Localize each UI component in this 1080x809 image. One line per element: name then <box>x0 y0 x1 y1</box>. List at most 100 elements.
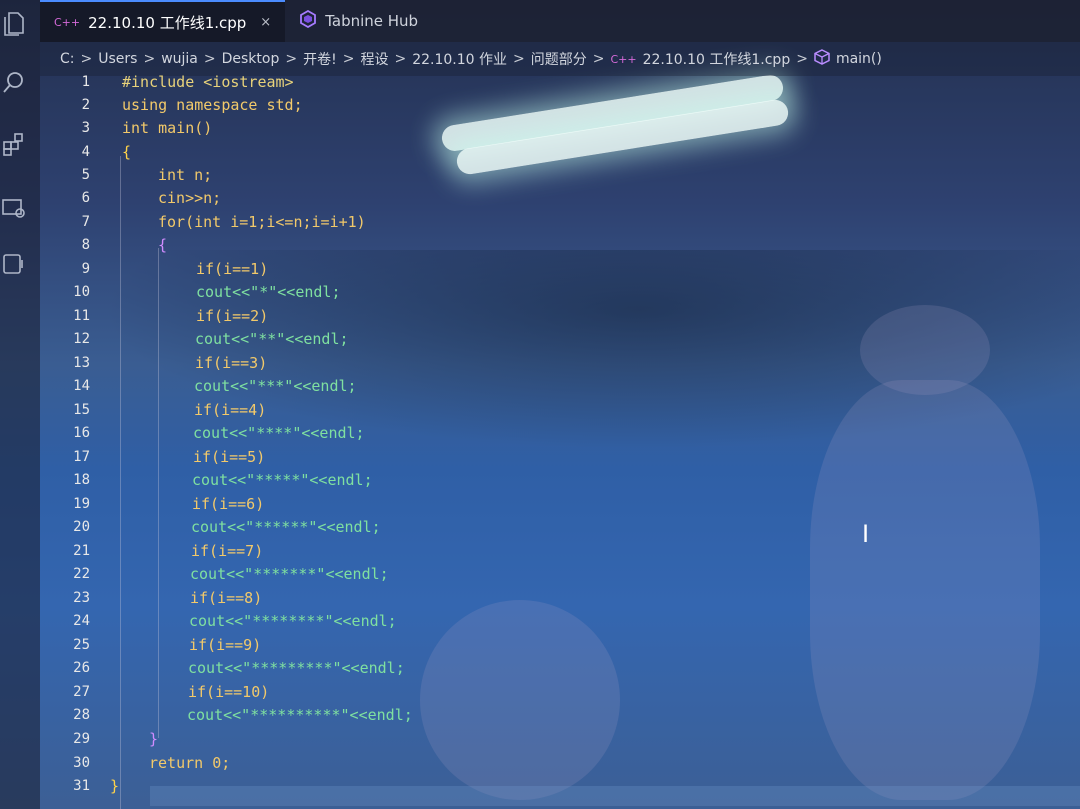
line-number: 21 <box>73 542 90 559</box>
code-line[interactable]: 21 if(i==7) <box>40 539 1080 562</box>
code-text: cout<<"**"<<endl; <box>195 329 349 348</box>
code-line[interactable]: 1 #include <iostream> <box>40 70 1080 93</box>
breadcrumb-item[interactable]: 开卷! <box>303 49 337 69</box>
code-text: if(i==4) <box>194 400 267 419</box>
code-line[interactable]: 27 if(i==10) <box>40 680 1080 703</box>
code-line[interactable]: 13 if(i==3) <box>40 351 1080 374</box>
breadcrumb-item[interactable]: wujia <box>161 51 198 67</box>
line-number: 1 <box>81 73 90 90</box>
code-line[interactable]: 3 int main() <box>40 116 1080 139</box>
testing-icon[interactable] <box>0 250 28 278</box>
code-line[interactable]: 11 if(i==2) <box>40 304 1080 327</box>
code-line[interactable]: 19 if(i==6) <box>40 492 1080 515</box>
code-text: cout<<"*********"<<endl; <box>188 658 405 677</box>
code-line[interactable]: 17 if(i==5) <box>40 445 1080 468</box>
code-line[interactable]: 28 cout<<"**********"<<endl; <box>40 703 1080 726</box>
line-number: 25 <box>73 636 90 653</box>
code-line[interactable]: 16 cout<<"****"<<endl; <box>40 421 1080 444</box>
line-number: 7 <box>81 213 90 230</box>
code-line[interactable]: 25 if(i==9) <box>40 633 1080 656</box>
code-line[interactable]: 22 cout<<"*******"<<endl; <box>40 562 1080 585</box>
line-number: 23 <box>73 589 90 606</box>
code-line[interactable]: 14 cout<<"***"<<endl; <box>40 374 1080 397</box>
code-line[interactable]: 4 { <box>40 140 1080 163</box>
code-text: cout<<"*******"<<endl; <box>190 564 389 583</box>
explorer-icon[interactable] <box>0 10 28 38</box>
code-text: } <box>149 729 159 748</box>
code-text: using namespace std; <box>122 95 303 114</box>
breadcrumb-separator: > <box>394 51 407 67</box>
line-number: 5 <box>81 166 90 183</box>
code-text: { <box>158 235 168 254</box>
tab-cpp-file[interactable]: C++ 22.10.10 工作线1.cpp × <box>40 0 286 42</box>
line-number: 24 <box>73 612 90 629</box>
code-editor[interactable]: 1 #include <iostream> 2 using namespace … <box>40 73 1080 809</box>
line-number: 8 <box>81 236 90 253</box>
breadcrumb-separator: > <box>796 51 808 67</box>
code-line[interactable]: 15 if(i==4) <box>40 398 1080 421</box>
line-number: 10 <box>73 283 90 300</box>
code-line[interactable]: 5 int n; <box>40 163 1080 186</box>
breadcrumb-separator: > <box>143 51 156 67</box>
code-line[interactable]: 26 cout<<"*********"<<endl; <box>40 656 1080 679</box>
line-number: 15 <box>73 401 90 418</box>
code-line[interactable]: 30 return 0; <box>40 751 1080 774</box>
code-line[interactable]: 29 } <box>40 727 1080 750</box>
search-icon[interactable] <box>0 68 28 96</box>
code-line[interactable]: 23 if(i==8) <box>40 586 1080 609</box>
cpp-file-icon: C++ <box>610 52 637 66</box>
code-text: if(i==7) <box>191 541 264 560</box>
cpp-file-icon: C++ <box>54 15 81 29</box>
line-number: 28 <box>73 706 90 723</box>
code-text: int main() <box>122 118 213 137</box>
breadcrumb-item[interactable]: main() <box>836 51 882 67</box>
code-line[interactable]: 10 cout<<"*"<<endl; <box>40 280 1080 303</box>
extensions-icon[interactable] <box>0 130 28 158</box>
line-number: 4 <box>81 143 90 160</box>
code-line[interactable]: 12 cout<<"**"<<endl; <box>40 327 1080 350</box>
code-text: cout<<"****"<<endl; <box>193 423 365 442</box>
code-line[interactable]: 18 cout<<"*****"<<endl; <box>40 468 1080 491</box>
code-text: #include <iostream> <box>122 72 294 91</box>
line-number: 2 <box>81 96 90 113</box>
line-number: 29 <box>73 730 90 747</box>
line-number: 13 <box>73 354 90 371</box>
code-line[interactable]: 20 cout<<"******"<<endl; <box>40 515 1080 538</box>
close-icon[interactable]: × <box>260 15 271 30</box>
code-line[interactable]: 24 cout<<"********"<<endl; <box>40 609 1080 632</box>
breadcrumb-item[interactable]: 问题部分 <box>531 49 587 69</box>
code-line[interactable]: 8 { <box>40 233 1080 256</box>
line-number: 31 <box>73 777 90 794</box>
remote-explorer-icon[interactable] <box>0 194 28 222</box>
breadcrumb-separator: > <box>80 51 93 67</box>
breadcrumb-item[interactable]: 22.10.10 作业 <box>412 49 507 69</box>
tab-bar: C++ 22.10.10 工作线1.cpp × Tabnine Hub <box>40 0 1080 42</box>
line-number: 30 <box>73 754 90 771</box>
code-text: cin>>n; <box>158 188 222 207</box>
code-text: return 0; <box>149 753 231 772</box>
code-line[interactable]: 9 if(i==1) <box>40 257 1080 280</box>
code-line[interactable]: 7 for(int i=1;i<=n;i=i+1) <box>40 210 1080 233</box>
breadcrumb-item[interactable]: C: <box>60 51 75 67</box>
breadcrumb-separator: > <box>342 51 355 67</box>
code-text: cout<<"*****"<<endl; <box>192 470 373 489</box>
code-text: { <box>122 142 132 161</box>
tab-tabnine-hub[interactable]: Tabnine Hub <box>285 0 432 42</box>
breadcrumb-item[interactable]: 22.10.10 工作线1.cpp <box>643 49 791 69</box>
code-text: cout<<"*"<<endl; <box>196 282 341 301</box>
line-number: 14 <box>73 377 90 394</box>
code-text: if(i==2) <box>196 306 269 325</box>
line-number: 12 <box>73 330 90 347</box>
tab-label: Tabnine Hub <box>325 12 419 30</box>
breadcrumb-item[interactable]: Users <box>98 51 137 67</box>
code-line[interactable]: 2 using namespace std; <box>40 93 1080 116</box>
breadcrumb-item[interactable]: 程设 <box>360 49 388 69</box>
code-text: if(i==8) <box>190 588 263 607</box>
breadcrumb-item[interactable]: Desktop <box>222 51 280 67</box>
code-text: if(i==6) <box>192 494 265 513</box>
text-cursor-icon: I <box>862 520 870 548</box>
code-text: cout<<"******"<<endl; <box>191 517 381 536</box>
code-text: cout<<"********"<<endl; <box>189 611 397 630</box>
code-line[interactable]: 6 cin>>n; <box>40 186 1080 209</box>
activity-bar <box>0 0 40 809</box>
